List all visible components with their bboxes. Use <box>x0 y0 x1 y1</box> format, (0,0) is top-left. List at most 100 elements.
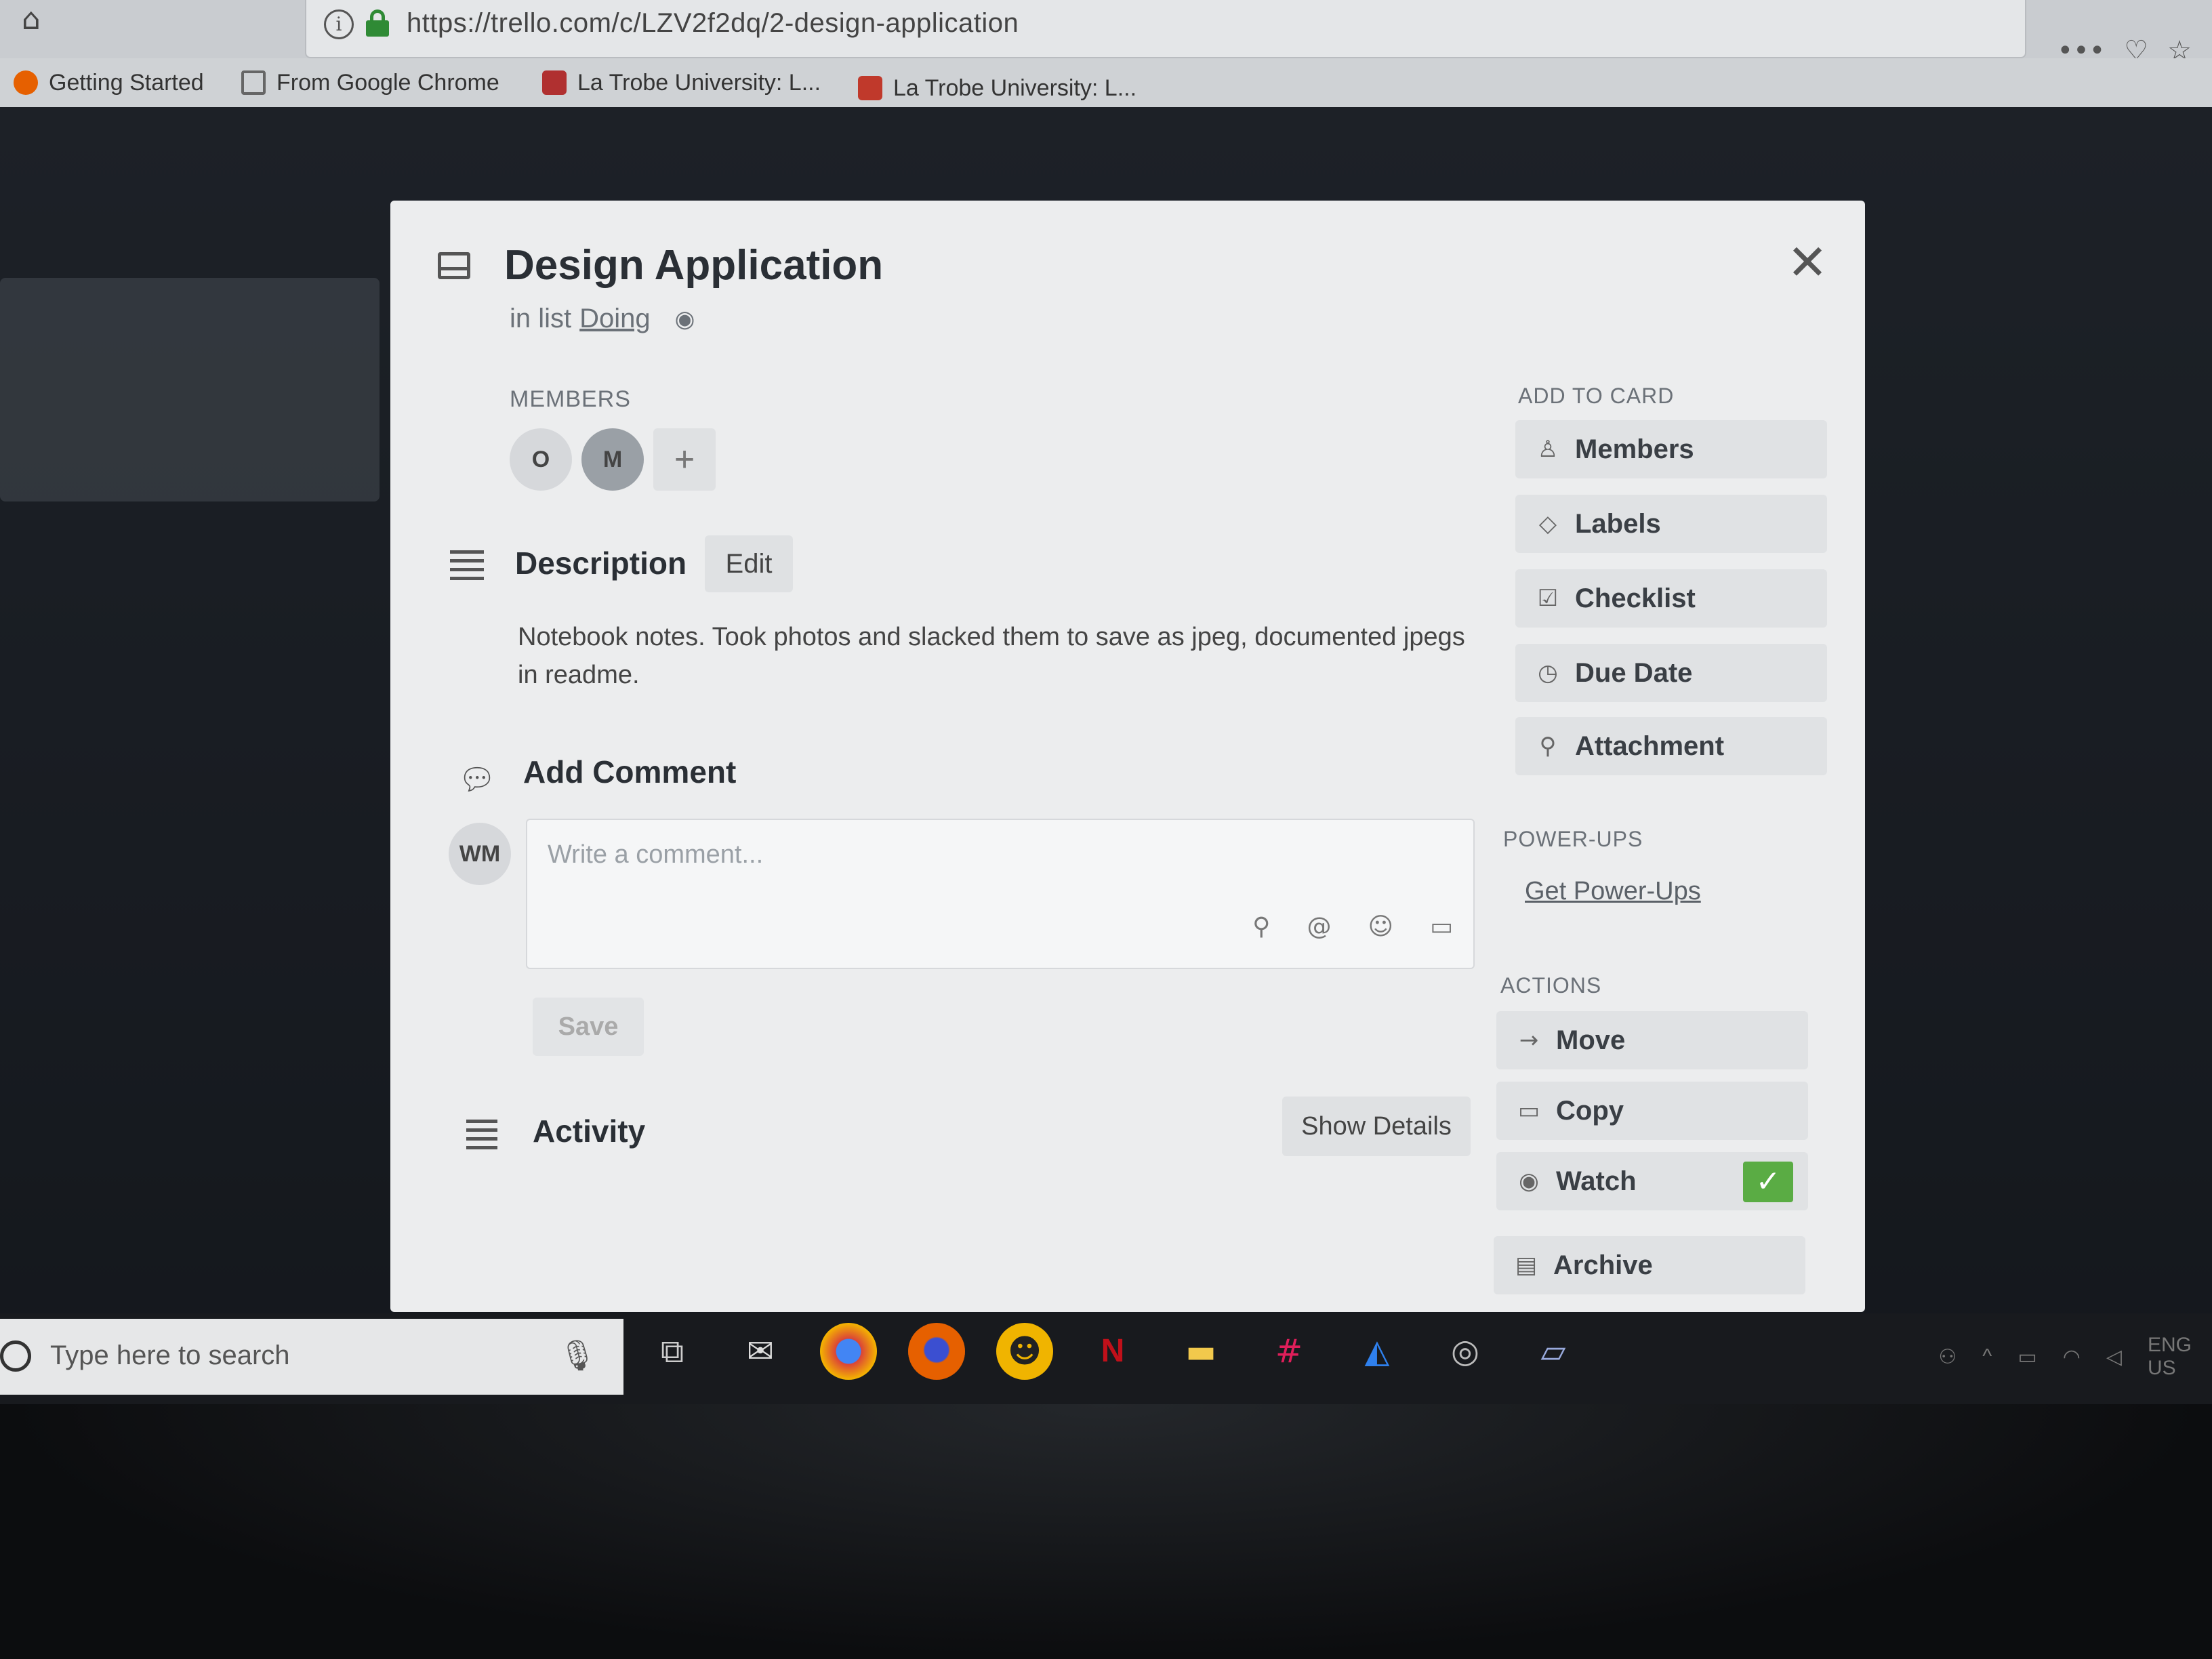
cortana-icon[interactable] <box>0 1340 31 1372</box>
clock-icon: ◷ <box>1538 659 1558 687</box>
netflix-icon[interactable]: N <box>1084 1323 1141 1380</box>
bookmark-latrobe-1[interactable]: La Trobe University: L... <box>542 62 821 103</box>
card-title[interactable]: Design Application <box>504 241 883 289</box>
add-comment-title: Add Comment <box>523 754 737 790</box>
browser-toolbar: ⌂ i https://trello.com/c/LZV2f2dq/2-desi… <box>0 0 2212 66</box>
attachment-button[interactable]: ⚲ Attachment <box>1515 717 1827 775</box>
watch-button[interactable]: ◉ Watch ✓ <box>1496 1152 1808 1210</box>
add-member-button[interactable]: + <box>653 428 716 491</box>
list-name-link[interactable]: Doing <box>579 304 651 334</box>
address-bar[interactable]: i https://trello.com/c/LZV2f2dq/2-design… <box>305 0 2026 58</box>
person-icon: ♙ <box>1537 436 1559 463</box>
microphone-icon[interactable]: 🎙︎ <box>558 1338 596 1373</box>
watch-button-label: Watch <box>1556 1166 1637 1196</box>
checkbox-icon: ☑ <box>1537 585 1559 612</box>
labels-button[interactable]: ◇ Labels <box>1515 495 1827 553</box>
member-avatar[interactable]: M <box>581 428 644 491</box>
archive-icon: ▤ <box>1515 1252 1538 1279</box>
close-button[interactable]: ✕ <box>1784 238 1831 287</box>
bookmark-getting-started[interactable]: Getting Started <box>14 62 204 103</box>
bookmark-label: From Google Chrome <box>276 69 499 96</box>
card-link-icon[interactable]: ▭ <box>1430 913 1453 941</box>
mention-icon[interactable]: @ <box>1307 913 1331 941</box>
eye-icon: ◉ <box>674 305 695 333</box>
commenter-avatar: WM <box>449 823 511 885</box>
bookmark-label: La Trobe University: L... <box>893 75 1137 101</box>
url-text[interactable]: https://trello.com/c/LZV2f2dq/2-design-a… <box>407 8 1019 39</box>
taskbar-search[interactable]: Type here to search 🎙︎ <box>0 1319 623 1395</box>
mail-icon[interactable]: ✉ <box>732 1323 789 1380</box>
in-list-prefix: in list <box>510 304 572 333</box>
save-comment-button[interactable]: Save <box>533 998 644 1056</box>
card-icon <box>438 252 470 279</box>
notes-app-icon[interactable]: ▱ <box>1525 1323 1582 1380</box>
show-details-button[interactable]: Show Details <box>1282 1097 1471 1156</box>
copy-icon: ▭ <box>1517 1097 1540 1124</box>
monitor-bezel <box>0 1404 2212 1659</box>
tray-lang: ENG <box>2147 1334 2192 1356</box>
due-date-button[interactable]: ◷ Due Date <box>1515 644 1827 702</box>
bookmark-from-google-chrome[interactable]: From Google Chrome <box>241 62 499 103</box>
attachment-button-label: Attachment <box>1575 731 1725 761</box>
tag-icon: ◇ <box>1538 510 1557 537</box>
info-icon[interactable]: i <box>324 9 354 39</box>
description-text[interactable]: Notebook notes. Took photos and slacked … <box>518 618 1467 694</box>
members-label: MEMBERS <box>510 386 631 412</box>
battery-icon[interactable]: ▭ <box>2018 1345 2036 1369</box>
visual-studio-icon[interactable]: ◭ <box>1349 1323 1406 1380</box>
task-view-icon[interactable]: ⧉ <box>644 1323 701 1380</box>
latrobe-icon <box>542 70 567 95</box>
check-icon: ✓ <box>1743 1162 1793 1202</box>
members-button[interactable]: ♙ Members <box>1515 420 1827 478</box>
labels-button-label: Labels <box>1575 508 1661 539</box>
wifi-icon[interactable]: ◠ <box>2063 1345 2081 1369</box>
copy-button[interactable]: ▭ Copy <box>1496 1082 1808 1140</box>
archive-button-label: Archive <box>1553 1250 1653 1280</box>
latrobe-icon <box>858 76 882 100</box>
card-detail-modal: Design Application in list Doing ◉ ✕ MEM… <box>390 201 1865 1312</box>
comment-placeholder: Write a comment... <box>548 840 764 869</box>
language-indicator[interactable]: ENG US <box>2148 1334 2192 1380</box>
checklist-button[interactable]: ☑ Checklist <box>1515 569 1827 628</box>
bookmark-label: Getting Started <box>49 69 204 96</box>
emoji-icon[interactable]: ☺ <box>1368 913 1393 941</box>
eye-icon: ◉ <box>1519 1168 1539 1195</box>
desktop-screen: ⌂ i https://trello.com/c/LZV2f2dq/2-desi… <box>0 0 2212 1659</box>
home-icon[interactable]: ⌂ <box>12 3 50 37</box>
arrow-right-icon: → <box>1519 1027 1539 1054</box>
system-tray: ⚇ ^ ▭ ◠ ◁ ENG US <box>1938 1334 2192 1380</box>
bookmarks-bar: Getting Started From Google Chrome La Tr… <box>0 58 2212 107</box>
firefox-taskbar-icon[interactable] <box>908 1323 965 1380</box>
add-to-card-heading: ADD TO CARD <box>1518 384 1675 408</box>
actions-heading: ACTIONS <box>1500 973 1602 998</box>
cyberghost-icon[interactable]: ☻ <box>996 1323 1053 1380</box>
edit-description-button[interactable]: Edit <box>705 535 793 592</box>
lock-icon <box>366 9 389 37</box>
comment-input[interactable]: Write a comment... ⚲ @ ☺ ▭ <box>526 819 1475 969</box>
activity-icon <box>466 1120 497 1149</box>
tray-chevron-icon[interactable]: ^ <box>1982 1345 1992 1368</box>
app-circle-icon[interactable]: ◎ <box>1437 1323 1494 1380</box>
description-title: Description <box>515 546 687 581</box>
move-button[interactable]: → Move <box>1496 1011 1808 1069</box>
attach-icon[interactable]: ⚲ <box>1252 913 1270 941</box>
due-date-button-label: Due Date <box>1575 657 1693 688</box>
taskbar: Type here to search 🎙︎ ⧉ ✉ ☻ N ▬ # ◭ ◎ ▱… <box>0 1313 2212 1404</box>
volume-icon[interactable]: ◁ <box>2106 1345 2122 1369</box>
get-powerups-link[interactable]: Get Power-Ups <box>1525 877 1701 906</box>
taskbar-search-placeholder: Type here to search <box>50 1340 290 1370</box>
copy-button-label: Copy <box>1556 1095 1624 1126</box>
paperclip-icon: ⚲ <box>1539 733 1557 760</box>
bookmark-latrobe-2[interactable]: La Trobe University: L... <box>858 68 1136 108</box>
people-icon[interactable]: ⚇ <box>1938 1345 1957 1369</box>
move-button-label: Move <box>1556 1025 1626 1055</box>
file-explorer-icon[interactable]: ▬ <box>1172 1323 1229 1380</box>
background-list <box>0 278 380 501</box>
chrome-icon[interactable] <box>820 1323 877 1380</box>
in-list-line: in list Doing ◉ <box>510 304 695 334</box>
checklist-button-label: Checklist <box>1575 583 1696 613</box>
folder-icon <box>241 70 266 95</box>
archive-button[interactable]: ▤ Archive <box>1494 1236 1805 1294</box>
member-avatar[interactable]: O <box>510 428 572 491</box>
slack-icon[interactable]: # <box>1261 1323 1317 1380</box>
